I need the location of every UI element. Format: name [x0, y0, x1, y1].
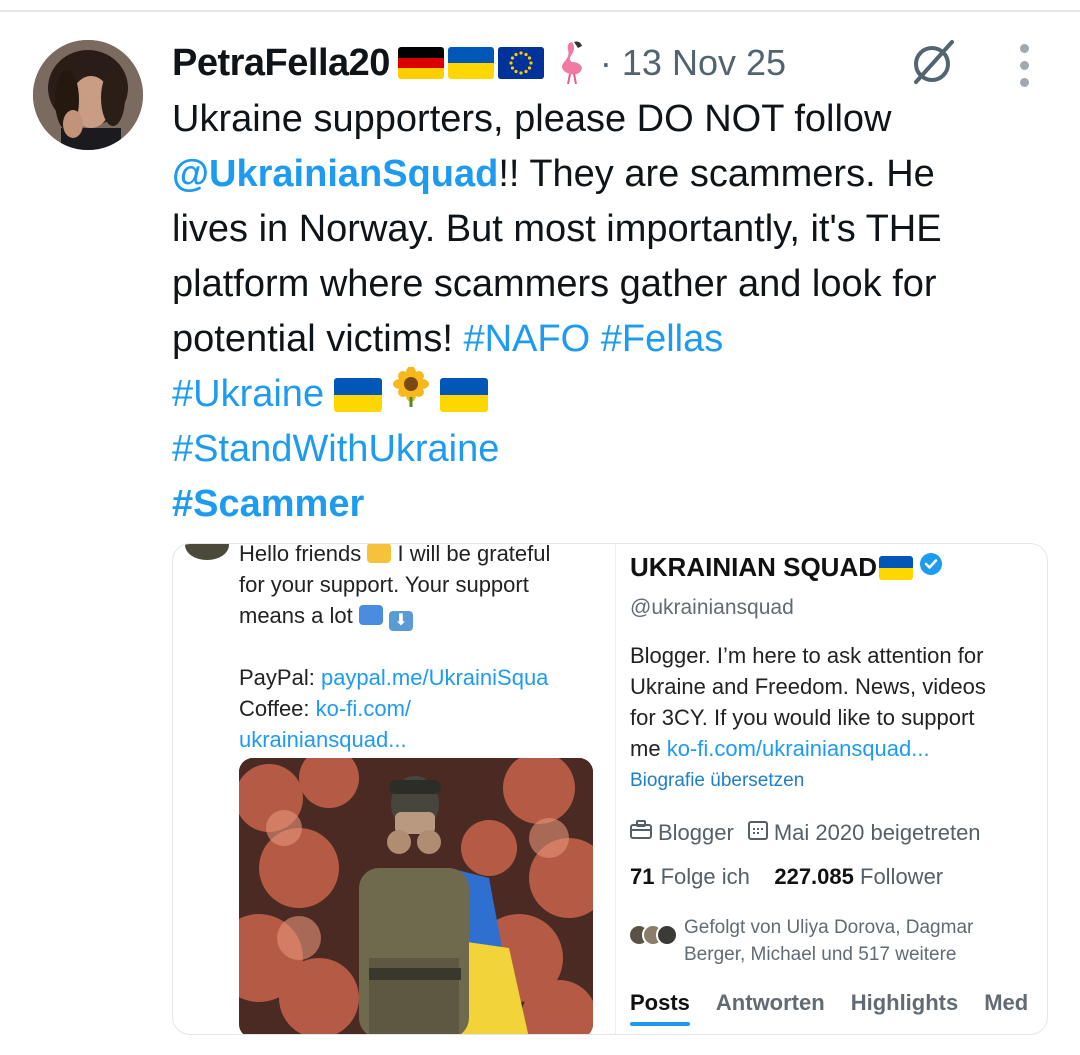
post-text: Hello friends — [239, 543, 362, 566]
soldier-photo — [239, 758, 593, 1034]
profile-handle: @ukrainiansquad — [630, 596, 794, 619]
profile-meta: Blogger Mai 2020 beigetreten — [630, 820, 981, 846]
hashtag-link[interactable]: #Ukraine — [172, 367, 324, 422]
briefcase-icon — [630, 820, 652, 846]
followed-by: Gefolgt von Uliya Dorova, Dagmar Berger,… — [628, 914, 973, 968]
more-icon[interactable] — [1018, 44, 1030, 87]
down-arrow-icon: ⬇ — [388, 611, 413, 631]
flag-ukraine-icon — [447, 47, 494, 79]
media-right-panel: UKRAINIAN SQUAD @ukrainiansquad Blogger.… — [615, 544, 1047, 1034]
bio-line: Ukraine and Freedom. News, videos — [630, 674, 986, 699]
following-count: 71 — [630, 864, 655, 889]
followers-count: 227.085 — [774, 864, 854, 889]
people-icon — [358, 605, 383, 625]
bio-kofi-link[interactable]: ko-fi.com/ukrainiansquad... — [667, 736, 930, 761]
follow-stats: 71 Folge ich 227.085 Follower — [630, 864, 943, 890]
hashtag-link[interactable]: #Fellas — [601, 312, 724, 367]
kofi-link[interactable]: ko-fi.com/ — [316, 696, 411, 721]
flag-germany-icon — [397, 47, 444, 79]
media-left-panel: Hello friends I will be grateful for you… — [173, 543, 603, 1034]
sunflower-icon — [392, 365, 430, 423]
profile-name-row: UKRAINIAN SQUAD — [630, 552, 943, 583]
tab-posts: Posts — [630, 990, 690, 1026]
paypal-link[interactable]: paypal.me/UkrainiSqua — [321, 665, 548, 690]
profile-name: UKRAINIAN SQUAD — [630, 552, 877, 582]
post-avatar — [185, 544, 229, 560]
grok-icon[interactable] — [908, 38, 958, 93]
following-label: Folge ich — [660, 864, 750, 889]
mention-link[interactable]: @UkrainianSquad — [172, 147, 498, 202]
followers-label: Follower — [860, 864, 944, 889]
flag-ukraine-icon — [334, 377, 383, 412]
calendar-icon — [747, 820, 768, 846]
profile-bio: Blogger. I’m here to ask attention for U… — [630, 640, 986, 764]
post-text: I will be grateful — [397, 543, 551, 566]
bio-line: Blogger. I’m here to ask attention for — [630, 643, 984, 668]
tweet-line: potential victims! — [172, 318, 453, 360]
followed-avatars — [628, 924, 684, 946]
tweet-line: lives in Norway. But most importantly, i… — [172, 208, 942, 250]
coffee-label: Coffee: — [239, 696, 310, 721]
post-text: for your support. Your support — [239, 572, 529, 597]
tab-media: Med — [984, 990, 1029, 1015]
profile-tabs: Posts Antworten Highlights Med — [630, 990, 1029, 1026]
username[interactable]: PetraFella20 — [172, 42, 390, 85]
bio-line: me — [630, 736, 661, 761]
hashtag-link[interactable]: #Scammer — [172, 477, 364, 532]
flag-ukraine-icon — [440, 377, 489, 412]
kofi-link[interactable]: ukrainiansquad... — [239, 727, 407, 752]
hashtag-link[interactable]: #StandWithUkraine — [172, 422, 499, 477]
avatar[interactable] — [33, 40, 143, 150]
name-flags — [397, 38, 588, 89]
tweet-header: PetraFella20 · 13 Nov 25 — [172, 38, 786, 88]
tweet-text: Ukraine supporters, please DO NOT follow… — [172, 92, 1052, 532]
profile-category: Blogger — [658, 820, 734, 845]
top-divider — [0, 10, 1080, 12]
paypal-label: PayPal: — [239, 665, 315, 690]
translate-bio-link[interactable]: Biografie übersetzen — [630, 770, 804, 792]
heart-hands-icon — [367, 544, 392, 563]
flag-eu-icon — [497, 47, 544, 79]
attached-image[interactable]: Hello friends I will be grateful for you… — [172, 543, 1048, 1035]
followed-line: Gefolgt von Uliya Dorova, Dagmar — [684, 917, 974, 938]
bio-line: for 3CY. If you would like to support — [630, 705, 975, 730]
hashtag-link[interactable]: #NAFO — [463, 312, 590, 367]
tab-replies: Antworten — [715, 990, 825, 1015]
flamingo-icon — [554, 38, 588, 89]
verified-badge-icon — [919, 552, 943, 583]
followed-line: Berger, Michael und 517 weitere — [684, 944, 957, 965]
tweet-line: platform where scammers gather and look … — [172, 263, 937, 305]
profile-joined: Mai 2020 beigetreten — [773, 820, 981, 845]
tweet-line: Ukraine supporters, please DO NOT follow — [172, 98, 892, 140]
post-date[interactable]: · 13 Nov 25 — [600, 42, 786, 84]
pinned-post-text: Hello friends I will be grateful for you… — [239, 543, 551, 755]
tweet-line: !! They are scammers. He — [498, 153, 935, 195]
tab-highlights: Highlights — [850, 990, 959, 1015]
post-text: means a lot — [239, 603, 353, 628]
flag-ukraine-icon — [879, 555, 913, 580]
